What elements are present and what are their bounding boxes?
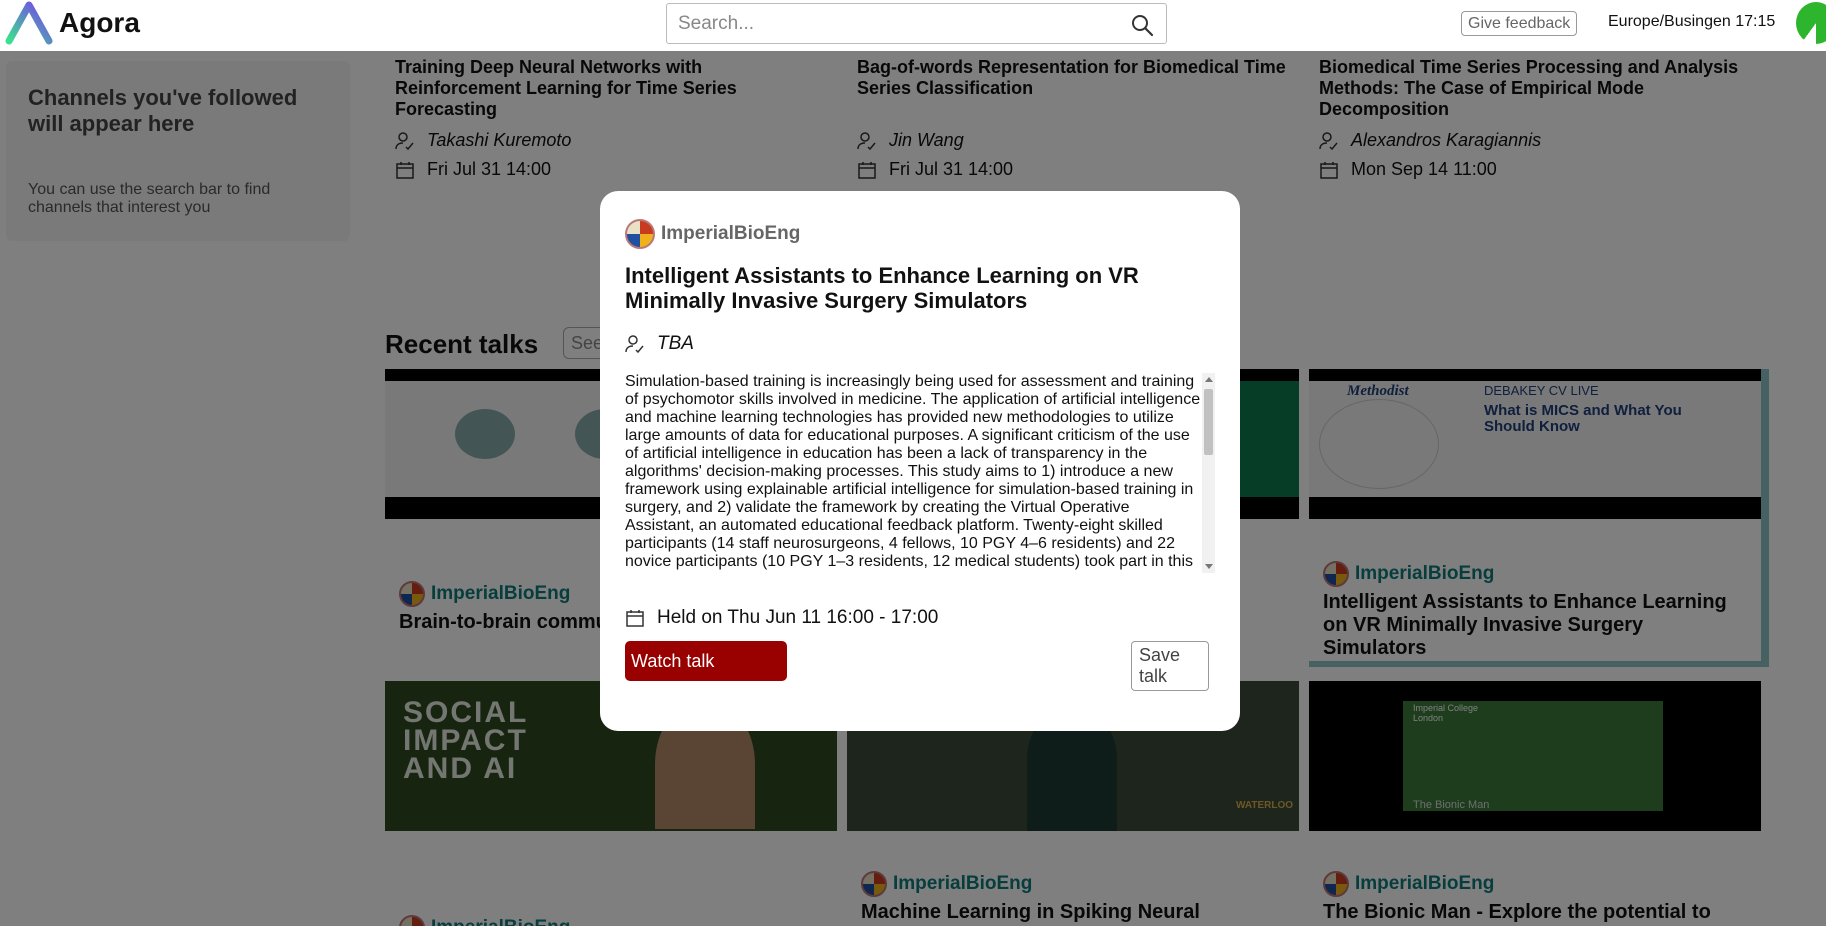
search-bar — [666, 3, 1167, 44]
scrollbar-thumb[interactable] — [1204, 389, 1213, 455]
abstract-scroll-area[interactable]: Simulation-based training is increasingl… — [625, 373, 1215, 573]
app-name: Agora — [59, 7, 140, 38]
modal-talk-title: Intelligent Assistants to Enhance Learni… — [625, 263, 1139, 313]
timezone-clock: Europe/Busingen 17:15 — [1608, 13, 1776, 30]
scroll-down-arrow-icon[interactable] — [1205, 564, 1213, 569]
scroll-up-arrow-icon[interactable] — [1205, 377, 1213, 382]
search-input[interactable] — [667, 4, 1107, 43]
calendar-icon — [626, 610, 644, 627]
search-icon[interactable] — [1130, 13, 1154, 37]
modal-channel-name[interactable]: ImperialBioEng — [661, 223, 800, 245]
abstract-scrollbar[interactable] — [1202, 373, 1215, 573]
top-bar: Agora Give feedback Europe/Busingen 17:1… — [0, 0, 1826, 51]
user-avatar[interactable] — [1796, 2, 1826, 44]
modal-speaker: TBA — [657, 333, 694, 354]
give-feedback-button[interactable]: Give feedback — [1461, 11, 1578, 36]
speaker-icon — [625, 335, 644, 354]
channel-logo — [625, 219, 655, 249]
watch-talk-button[interactable]: Watch talk — [625, 641, 787, 681]
agora-logo[interactable]: Agora — [5, 1, 140, 45]
talk-abstract: Simulation-based training is increasingl… — [625, 373, 1201, 570]
save-talk-button[interactable]: Save talk — [1131, 641, 1209, 691]
talk-details-modal: ImperialBioEng Intelligent Assistants to… — [600, 191, 1240, 731]
agora-logo-icon — [5, 1, 53, 45]
held-datetime: Held on Thu Jun 11 16:00 - 17:00 — [657, 607, 939, 628]
